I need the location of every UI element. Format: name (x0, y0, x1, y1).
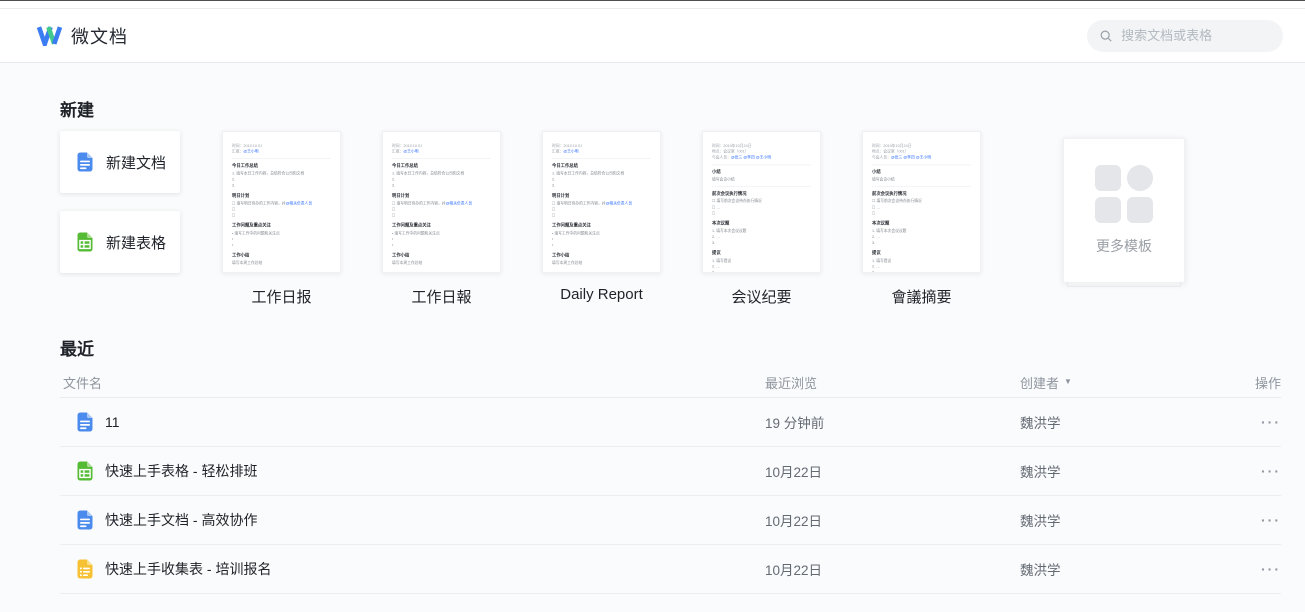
table-row[interactable]: 快速上手表格 - 轻松排班 10月22日魏洪学 ··· (60, 447, 1281, 496)
template-label: Daily Report (542, 286, 661, 303)
creator: 魏洪学 (1020, 461, 1221, 481)
search-input[interactable] (1119, 27, 1270, 44)
column-header-last-viewed: 最近浏览 (765, 373, 1020, 392)
more-actions-button[interactable]: ··· (1261, 512, 1281, 528)
actions-cell: ··· (1221, 561, 1281, 577)
template-label: 會議摘要 (862, 286, 981, 307)
template-label: 工作日报 (222, 286, 341, 307)
app-logo-icon (36, 25, 63, 46)
new-sheet-label: 新建表格 (106, 232, 166, 253)
creator: 魏洪学 (1020, 412, 1221, 432)
doc-file-icon (74, 411, 96, 433)
template-thumbnail[interactable]: 时间：2019年10月24日地点：会议室（001）与会人员：@张三 @李四 @王… (702, 131, 821, 273)
app-title: 微文档 (71, 23, 128, 49)
form-file-icon (74, 558, 96, 580)
more-templates-card[interactable]: 更多模板 (1063, 138, 1185, 283)
new-doc-label: 新建文档 (106, 152, 166, 173)
creator: 魏洪学 (1020, 510, 1221, 530)
template-thumbnail[interactable]: 时间：2019年10月24日地点：会议室（001）与会人员：@张三 @李四 @王… (862, 131, 981, 273)
template-card-5[interactable]: 时间：2019年10月24日地点：会议室（001）与会人员：@张三 @李四 @王… (862, 131, 981, 307)
actions-cell: ··· (1221, 414, 1281, 430)
file-name[interactable]: 快速上手收集表 - 培训报名 (105, 559, 271, 579)
column-header-actions: 操作 (1221, 373, 1281, 392)
sort-arrow-icon: ▼ (1064, 378, 1072, 386)
template-strip: 时间：2019.10.01汇报：@王小明今日工作总结1. 填写本日工作内容，总结… (222, 131, 981, 307)
table-row[interactable]: 快速上手文档 - 高效协作 10月22日魏洪学 ··· (60, 496, 1281, 545)
creator: 魏洪学 (1020, 559, 1221, 579)
search-icon (1100, 29, 1112, 43)
new-sheet-button[interactable]: 新建表格 (60, 211, 180, 273)
table-body: 1119 分钟前魏洪学···快速上手表格 - 轻松排班10月22日魏洪学···快… (60, 398, 1281, 594)
create-section-title: 新建 (60, 96, 94, 121)
more-templates-label: 更多模板 (1096, 236, 1152, 256)
file-name[interactable]: 快速上手表格 - 轻松排班 (105, 461, 257, 481)
creator-header-label: 创建者 (1020, 373, 1059, 392)
last-viewed: 10月22日 (765, 559, 1020, 579)
doc-icon (74, 151, 96, 173)
more-templates-icon (1095, 165, 1153, 223)
file-name-cell[interactable]: 快速上手文档 - 高效协作 (60, 509, 765, 531)
actions-cell: ··· (1221, 463, 1281, 479)
last-viewed: 10月22日 (765, 461, 1020, 481)
file-name-cell[interactable]: 快速上手表格 - 轻松排班 (60, 460, 765, 482)
column-header-filename: 文件名 (60, 373, 765, 392)
file-name[interactable]: 11 (105, 414, 120, 430)
template-card-4[interactable]: 时间：2019年10月24日地点：会议室（001）与会人员：@张三 @李四 @王… (702, 131, 821, 307)
file-name-cell[interactable]: 11 (60, 411, 765, 433)
new-doc-button[interactable]: 新建文档 (60, 131, 180, 193)
more-actions-button[interactable]: ··· (1261, 561, 1281, 577)
recent-section-title: 最近 (60, 335, 94, 360)
template-thumbnail[interactable]: 时间：2019.10.01汇报：@王小明今日工作总结1. 填写本日工作内容，总结… (542, 131, 661, 273)
column-header-creator[interactable]: 创建者 ▼ (1020, 373, 1221, 392)
table-row[interactable]: 11 19 分钟前魏洪学 ··· (60, 398, 1281, 447)
table-row[interactable]: 快速上手收集表 - 培训报名 10月22日魏洪学 ··· (60, 545, 1281, 594)
template-card-3[interactable]: 时间：2019.10.01汇报：@王小明今日工作总结1. 填写本日工作内容，总结… (542, 131, 661, 307)
search-box[interactable] (1087, 20, 1283, 52)
table-header: 文件名 最近浏览 创建者 ▼ 操作 (60, 367, 1281, 398)
more-actions-button[interactable]: ··· (1261, 414, 1281, 430)
actions-cell: ··· (1221, 512, 1281, 528)
template-thumbnail[interactable]: 时间：2019.10.01汇报：@王小明今日工作总结1. 填写本日工作内容，总结… (222, 131, 341, 273)
browser-edge (0, 1, 1305, 9)
app-window: 微文档 新建 新建文档 新建表格 时间：2019.10.01汇报：@王小明今日工… (0, 0, 1305, 612)
file-name-cell[interactable]: 快速上手收集表 - 培训报名 (60, 558, 765, 580)
last-viewed: 19 分钟前 (765, 412, 1020, 432)
template-label: 工作日報 (382, 286, 501, 307)
template-card-1[interactable]: 时间：2019.10.01汇报：@王小明今日工作总结1. 填写本日工作内容，总结… (222, 131, 341, 307)
file-name[interactable]: 快速上手文档 - 高效协作 (105, 510, 257, 530)
recent-table: 文件名 最近浏览 创建者 ▼ 操作 1119 分钟前魏洪学···快速上手表格 -… (60, 367, 1281, 594)
last-viewed: 10月22日 (765, 510, 1020, 530)
doc-file-icon (74, 509, 96, 531)
more-actions-button[interactable]: ··· (1261, 463, 1281, 479)
template-label: 会议纪要 (702, 286, 821, 307)
template-card-2[interactable]: 时间：2019.10.01汇报：@王小明今日工作总结1. 填写本日工作内容，总结… (382, 131, 501, 307)
app-header: 微文档 (0, 9, 1305, 63)
sheet-file-icon (74, 460, 96, 482)
template-thumbnail[interactable]: 时间：2019.10.01汇报：@王小明今日工作总结1. 填写本日工作内容，总结… (382, 131, 501, 273)
sheet-icon (74, 231, 96, 253)
app-logo[interactable]: 微文档 (36, 23, 128, 49)
